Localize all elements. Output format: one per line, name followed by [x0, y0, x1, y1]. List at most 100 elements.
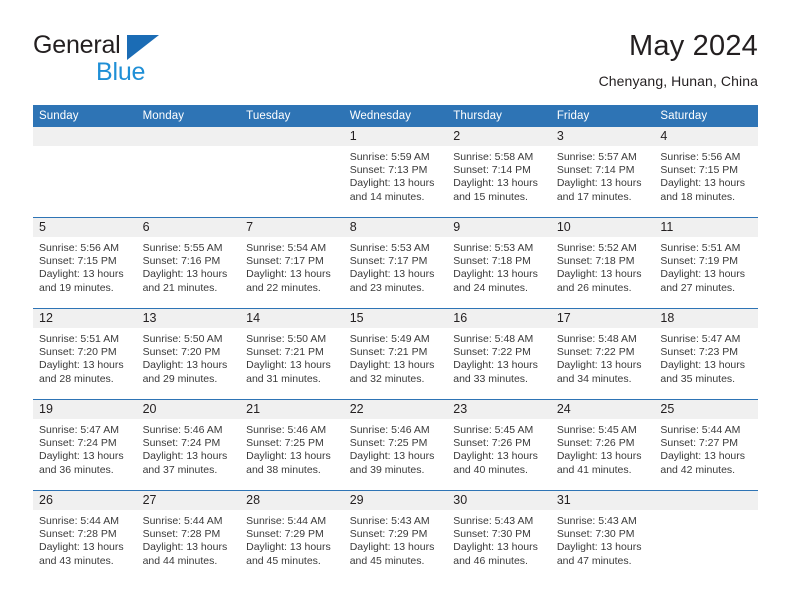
daylight-duration-line1: Daylight: 13 hours: [453, 541, 538, 554]
sunset-time: Sunset: 7:18 PM: [556, 255, 635, 268]
sunrise-time: Sunrise: 5:51 AM: [39, 333, 119, 345]
calendar-day-cell[interactable]: 23 Sunrise: 5:45 AM Sunset: 7:26 PM Dayligh…: [447, 399, 551, 491]
calendar-day-cell[interactable]: 9 Sunrise: 5:53 AM Sunset: 7:18 PM Daylight…: [447, 217, 551, 309]
sunrise-time: Sunrise: 5:59 AM: [349, 151, 430, 163]
daylight-duration-line2: and 42 minutes.: [660, 463, 736, 476]
day-details: Sunrise: 5:54 AM Sunset: 7:17 PM Daylight:…: [240, 237, 344, 295]
sunrise-time: Sunrise: 5:57 AM: [556, 151, 637, 163]
day-details: Sunrise: 5:44 AM Sunset: 7:29 PM Daylight:…: [240, 510, 344, 568]
calendar-day-cell[interactable]: 30 Sunrise: 5:43 AM Sunset: 7:30 PM Dayligh…: [447, 490, 551, 581]
day-number: 7: [240, 218, 344, 237]
calendar-day-cell[interactable]: 19 Sunrise: 5:47 AM Sunset: 7:24 PM Dayligh…: [33, 399, 137, 491]
daylight-duration-line2: and 23 minutes.: [349, 281, 425, 294]
daylight-duration-line1: Daylight: 13 hours: [349, 177, 435, 190]
calendar-day-cell[interactable]: 15 Sunrise: 5:49 AM Sunset: 7:21 PM Dayligh…: [343, 308, 448, 400]
day-details: Sunrise: 5:43 AM Sunset: 7:30 PM Daylight:…: [447, 510, 551, 568]
sunrise-time: Sunrise: 5:56 AM: [660, 151, 741, 163]
calendar-day-cell[interactable]: 31 Sunrise: 5:43 AM Sunset: 7:30 PM Dayligh…: [550, 490, 655, 581]
calendar-day-cell[interactable]: 7 Sunrise: 5:54 AM Sunset: 7:17 PM Daylight…: [240, 217, 344, 309]
calendar-day-cell[interactable]: 20 Sunrise: 5:46 AM Sunset: 7:24 PM Dayligh…: [136, 399, 241, 491]
sunset-time: Sunset: 7:24 PM: [39, 437, 117, 450]
calendar-day-cell[interactable]: 4 Sunrise: 5:56 AM Sunset: 7:15 PM Daylight…: [654, 127, 758, 218]
calendar-page: General Blue May 2024 Chenyang, Hunan, C…: [0, 0, 792, 612]
sunrise-time: Sunrise: 5:44 AM: [39, 515, 119, 527]
daylight-duration-line1: Daylight: 13 hours: [39, 450, 124, 463]
calendar-day-cell[interactable]: 21 Sunrise: 5:46 AM Sunset: 7:25 PM Dayligh…: [240, 399, 344, 491]
sunset-time: Sunset: 7:21 PM: [349, 346, 428, 359]
day-number: 13: [136, 309, 241, 328]
general-blue-logo[interactable]: General Blue: [33, 32, 263, 94]
daylight-duration-line1: Daylight: 13 hours: [660, 359, 746, 372]
daylight-duration-line2: and 39 minutes.: [349, 463, 425, 476]
calendar-day-cell[interactable]: 16 Sunrise: 5:48 AM Sunset: 7:22 PM Dayligh…: [447, 308, 551, 400]
daylight-duration-line1: Daylight: 13 hours: [142, 359, 228, 372]
calendar-day-cell[interactable]: 13 Sunrise: 5:50 AM Sunset: 7:20 PM Dayligh…: [136, 308, 241, 400]
calendar-day-cell[interactable]: 12 Sunrise: 5:51 AM Sunset: 7:20 PM Dayligh…: [33, 308, 137, 400]
sunrise-time: Sunrise: 5:45 AM: [556, 424, 637, 436]
sunset-time: Sunset: 7:20 PM: [142, 346, 221, 359]
calendar-week-row: 5 Sunrise: 5:56 AM Sunset: 7:15 PM Daylight…: [33, 217, 758, 309]
sunset-time: Sunset: 7:14 PM: [453, 164, 531, 177]
logo-triangle-icon: [127, 35, 159, 60]
sunset-time: Sunset: 7:29 PM: [349, 528, 428, 541]
day-number: 19: [33, 400, 137, 419]
day-details: Sunrise: 5:53 AM Sunset: 7:17 PM Daylight:…: [344, 237, 448, 295]
day-number: 31: [550, 491, 655, 510]
sunrise-time: Sunrise: 5:43 AM: [453, 515, 534, 527]
calendar-day-cell[interactable]: 27 Sunrise: 5:44 AM Sunset: 7:28 PM Dayligh…: [136, 490, 241, 581]
sunset-time: Sunset: 7:17 PM: [246, 255, 324, 268]
calendar-day-cell[interactable]: 11 Sunrise: 5:51 AM Sunset: 7:19 PM Dayligh…: [654, 217, 758, 309]
calendar-day-cell[interactable]: 8 Sunrise: 5:53 AM Sunset: 7:17 PM Daylight…: [343, 217, 448, 309]
calendar-week-row: 1 Sunrise: 5:59 AM Sunset: 7:13 PM Daylight…: [33, 127, 758, 218]
calendar-day-cell[interactable]: 5 Sunrise: 5:56 AM Sunset: 7:15 PM Daylight…: [33, 217, 137, 309]
daylight-duration-line1: Daylight: 13 hours: [556, 268, 642, 281]
sunset-time: Sunset: 7:20 PM: [39, 346, 117, 359]
daylight-duration-line1: Daylight: 13 hours: [246, 268, 331, 281]
sunset-time: Sunset: 7:26 PM: [453, 437, 531, 450]
calendar-day-cell[interactable]: 3 Sunrise: 5:57 AM Sunset: 7:14 PM Daylight…: [550, 127, 655, 218]
calendar-header-row-group: Sunday Monday Tuesday Wednesday Thursday…: [33, 105, 758, 127]
sunrise-time: Sunrise: 5:55 AM: [142, 242, 223, 254]
day-details: Sunrise: 5:44 AM Sunset: 7:28 PM Daylight:…: [137, 510, 241, 568]
day-details: Sunrise: 5:51 AM Sunset: 7:19 PM Daylight:…: [654, 237, 758, 295]
sunrise-time: Sunrise: 5:45 AM: [453, 424, 534, 436]
calendar-day-cell[interactable]: 1 Sunrise: 5:59 AM Sunset: 7:13 PM Daylight…: [343, 127, 448, 218]
calendar-day-cell[interactable]: 22 Sunrise: 5:46 AM Sunset: 7:25 PM Dayligh…: [343, 399, 448, 491]
calendar-day-cell[interactable]: 28 Sunrise: 5:44 AM Sunset: 7:29 PM Dayligh…: [240, 490, 344, 581]
daylight-duration-line1: Daylight: 13 hours: [246, 541, 331, 554]
sunrise-time: Sunrise: 5:54 AM: [246, 242, 327, 254]
day-number: 24: [550, 400, 655, 419]
calendar-day-cell[interactable]: 25 Sunrise: 5:44 AM Sunset: 7:27 PM Dayligh…: [654, 399, 758, 491]
calendar-day-cell[interactable]: 18 Sunrise: 5:47 AM Sunset: 7:23 PM Dayligh…: [654, 308, 758, 400]
day-number: 28: [240, 491, 344, 510]
sunrise-time: Sunrise: 5:47 AM: [39, 424, 119, 436]
daylight-duration-line2: and 36 minutes.: [39, 463, 114, 476]
day-number: 12: [33, 309, 137, 328]
sunrise-time: Sunrise: 5:47 AM: [660, 333, 741, 345]
calendar-day-cell[interactable]: 6 Sunrise: 5:55 AM Sunset: 7:16 PM Daylight…: [136, 217, 241, 309]
day-details: Sunrise: 5:49 AM Sunset: 7:21 PM Daylight:…: [344, 328, 448, 386]
day-number: 23: [447, 400, 551, 419]
calendar-day-cell[interactable]: 29 Sunrise: 5:43 AM Sunset: 7:29 PM Dayligh…: [343, 490, 448, 581]
calendar-day-cell[interactable]: 24 Sunrise: 5:45 AM Sunset: 7:26 PM Dayligh…: [550, 399, 655, 491]
calendar-day-cell[interactable]: 14 Sunrise: 5:50 AM Sunset: 7:21 PM Dayligh…: [240, 308, 344, 400]
day-number: 4: [654, 127, 758, 146]
day-number: 26: [33, 491, 137, 510]
daylight-duration-line1: Daylight: 13 hours: [349, 359, 435, 372]
sunrise-time: Sunrise: 5:46 AM: [246, 424, 327, 436]
sunrise-time: Sunrise: 5:48 AM: [556, 333, 637, 345]
calendar-day-cell[interactable]: 26 Sunrise: 5:44 AM Sunset: 7:28 PM Dayligh…: [33, 490, 137, 581]
calendar-day-cell[interactable]: 2 Sunrise: 5:58 AM Sunset: 7:14 PM Daylight…: [447, 127, 551, 218]
page-subtitle-location: Chenyang, Hunan, China: [598, 73, 758, 89]
day-number: 29: [343, 491, 448, 510]
sunset-time: Sunset: 7:25 PM: [349, 437, 428, 450]
day-number: 30: [447, 491, 551, 510]
sunset-time: Sunset: 7:24 PM: [142, 437, 221, 450]
sunrise-time: Sunrise: 5:58 AM: [453, 151, 534, 163]
calendar-day-cell[interactable]: 17 Sunrise: 5:48 AM Sunset: 7:22 PM Dayligh…: [550, 308, 655, 400]
day-number: 6: [136, 218, 241, 237]
daylight-duration-line1: Daylight: 13 hours: [39, 359, 124, 372]
calendar-day-cell[interactable]: 10 Sunrise: 5:52 AM Sunset: 7:18 PM Dayligh…: [550, 217, 655, 309]
day-details: Sunrise: 5:48 AM Sunset: 7:22 PM Daylight:…: [447, 328, 551, 386]
daylight-duration-line1: Daylight: 13 hours: [142, 268, 228, 281]
